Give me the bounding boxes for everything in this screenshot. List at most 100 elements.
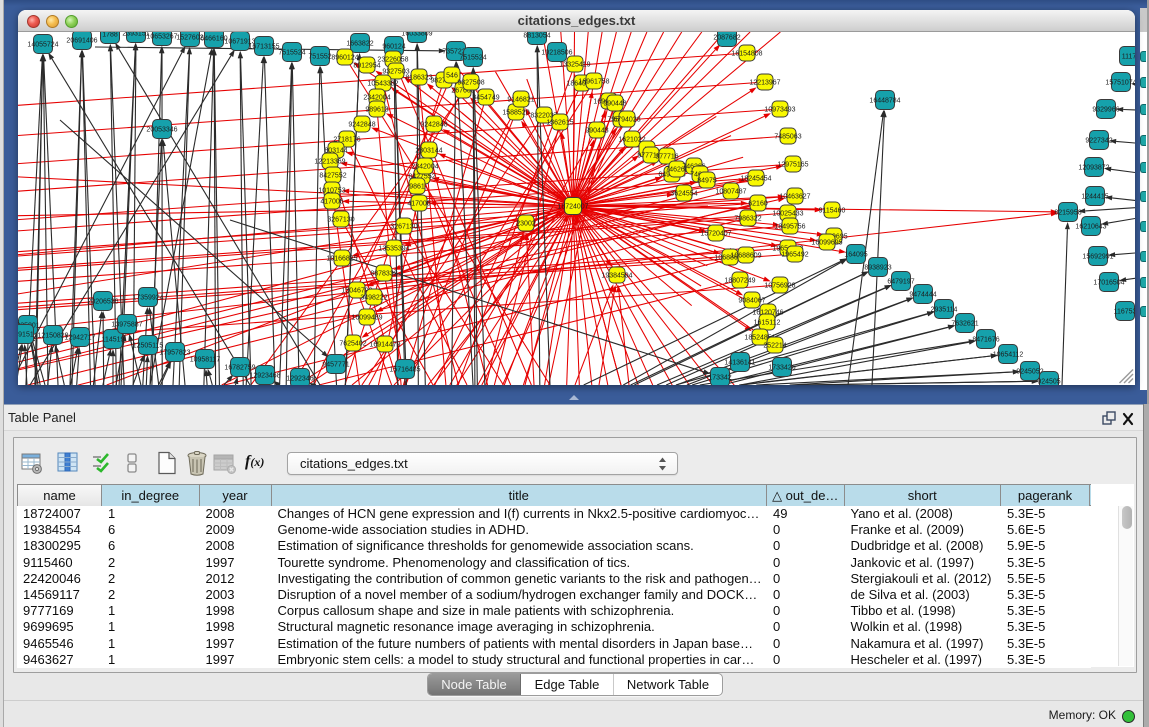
svg-text:8912954: 8912954 xyxy=(353,62,380,69)
svg-text:8471676: 8471676 xyxy=(972,336,999,343)
svg-text:3498222: 3498222 xyxy=(360,294,387,301)
svg-text:2087682: 2087682 xyxy=(713,34,740,41)
svg-text:12505115: 12505115 xyxy=(133,342,164,349)
svg-text:990443: 990443 xyxy=(585,127,608,134)
svg-text:1244415: 1244415 xyxy=(1081,193,1108,200)
svg-text:19166825: 19166825 xyxy=(326,255,357,262)
svg-text:16033809: 16033809 xyxy=(401,32,432,37)
svg-text:1292346: 1292346 xyxy=(286,375,313,382)
svg-text:1965492: 1965492 xyxy=(781,251,808,258)
svg-text:6479197: 6479197 xyxy=(887,278,914,285)
svg-text:10025433: 10025433 xyxy=(772,210,803,217)
svg-text:960124: 960124 xyxy=(382,43,405,50)
svg-text:114519: 114519 xyxy=(102,336,125,343)
svg-text:16154808: 16154808 xyxy=(731,50,762,57)
svg-text:18807249: 18807249 xyxy=(724,277,755,284)
svg-text:7625402: 7625402 xyxy=(339,340,366,347)
svg-text:9084067: 9084067 xyxy=(738,297,765,304)
svg-text:116753: 116753 xyxy=(1114,308,1135,315)
svg-text:18245454: 18245454 xyxy=(740,175,771,182)
svg-text:2342004: 2342004 xyxy=(411,163,438,170)
svg-text:8813054: 8813054 xyxy=(523,32,550,39)
svg-text:1663822: 1663822 xyxy=(346,40,373,47)
svg-text:15720407: 15720407 xyxy=(700,230,731,237)
svg-text:16099489: 16099489 xyxy=(351,314,382,321)
svg-text:9861: 9861 xyxy=(409,183,425,190)
svg-text:16961758: 16961758 xyxy=(578,78,609,85)
svg-text:3267130: 3267130 xyxy=(327,216,354,223)
svg-text:546: 546 xyxy=(446,72,458,79)
svg-text:10543382: 10543382 xyxy=(367,80,398,87)
svg-text:9474444: 9474444 xyxy=(909,291,936,298)
svg-text:16210643: 16210643 xyxy=(1075,223,1106,230)
svg-text:14136141: 14136141 xyxy=(724,359,755,366)
svg-text:12093872: 12093872 xyxy=(1078,164,1109,171)
svg-text:8960124: 8960124 xyxy=(331,54,358,61)
svg-text:10973493: 10973493 xyxy=(764,106,795,113)
svg-text:16713155: 16713155 xyxy=(248,43,279,50)
svg-text:16914479: 16914479 xyxy=(369,341,400,348)
svg-text:7515524: 7515524 xyxy=(278,49,305,56)
svg-text:12213967: 12213967 xyxy=(749,79,780,86)
svg-text:17359924: 17359924 xyxy=(132,294,163,301)
svg-text:9242848: 9242848 xyxy=(420,121,447,128)
svg-text:164095: 164095 xyxy=(844,251,867,258)
svg-text:16782759: 16782759 xyxy=(224,364,255,371)
svg-text:1733426: 1733426 xyxy=(768,364,795,371)
svg-text:84975: 84975 xyxy=(697,177,717,184)
svg-text:990448: 990448 xyxy=(603,100,626,107)
svg-text:10756928: 10756928 xyxy=(764,282,795,289)
svg-text:15692991: 15692991 xyxy=(1082,253,1113,260)
svg-text:13535394: 13535394 xyxy=(378,245,409,252)
svg-text:8454749: 8454749 xyxy=(472,94,499,101)
svg-text:17016504: 17016504 xyxy=(1093,279,1124,286)
svg-text:12923468: 12923468 xyxy=(249,372,280,379)
svg-text:9115460: 9115460 xyxy=(819,207,846,214)
svg-text:977716: 977716 xyxy=(655,153,678,160)
svg-text:1788: 1788 xyxy=(102,32,118,38)
svg-text:3624554: 3624554 xyxy=(670,190,697,197)
svg-text:20206536: 20206536 xyxy=(87,298,118,305)
svg-text:2803144: 2803144 xyxy=(415,147,442,154)
svg-text:1615112: 1615112 xyxy=(754,319,781,326)
svg-text:12942717: 12942717 xyxy=(64,334,95,341)
svg-text:7485063: 7485063 xyxy=(774,133,801,140)
svg-text:1117: 1117 xyxy=(1122,53,1135,60)
svg-text:13975887: 13975887 xyxy=(111,321,142,328)
svg-text:39151: 39151 xyxy=(18,331,34,338)
svg-text:17957823: 17957823 xyxy=(159,349,190,356)
svg-text:924505: 924505 xyxy=(1037,378,1060,385)
svg-text:62160: 62160 xyxy=(748,200,768,207)
svg-text:173342: 173342 xyxy=(708,374,731,381)
svg-text:10807487: 10807487 xyxy=(715,188,746,195)
svg-text:6794028: 6794028 xyxy=(613,116,640,123)
svg-text:9227342: 9227342 xyxy=(1085,137,1112,144)
svg-text:12213369: 12213369 xyxy=(314,158,345,165)
svg-text:7986322: 7986322 xyxy=(734,215,761,222)
svg-text:8938923: 8938923 xyxy=(864,264,891,271)
svg-text:23002: 23002 xyxy=(516,220,536,227)
svg-text:10463627: 10463627 xyxy=(779,193,810,200)
svg-text:15751074: 15751074 xyxy=(1105,79,1135,86)
svg-text:7632621: 7632621 xyxy=(951,320,978,327)
svg-text:13325419: 13325419 xyxy=(559,61,590,68)
svg-text:10654112: 10654112 xyxy=(993,351,1024,358)
svg-text:417006: 417006 xyxy=(407,200,430,207)
svg-text:252214: 252214 xyxy=(763,342,786,349)
svg-text:19384594: 19384594 xyxy=(601,272,632,279)
svg-text:10958117: 10958117 xyxy=(190,356,221,363)
svg-text:8186323: 8186323 xyxy=(405,74,432,81)
svg-text:1362615: 1362615 xyxy=(546,119,573,126)
svg-text:2935114: 2935114 xyxy=(931,306,958,313)
svg-text:20053346: 20053346 xyxy=(146,126,177,133)
svg-text:18724007: 18724007 xyxy=(557,203,588,210)
svg-text:10653267: 10653267 xyxy=(146,33,177,40)
svg-text:19218506: 19218506 xyxy=(541,49,572,56)
svg-text:9457771: 9457771 xyxy=(322,361,349,368)
svg-text:15716485: 15716485 xyxy=(389,366,420,373)
svg-text:16448784: 16448784 xyxy=(869,97,900,104)
svg-text:751552: 751552 xyxy=(308,53,331,60)
svg-text:2342004: 2342004 xyxy=(363,94,390,101)
svg-text:8878332: 8878332 xyxy=(370,270,397,277)
svg-text:20691406: 20691406 xyxy=(66,37,97,44)
